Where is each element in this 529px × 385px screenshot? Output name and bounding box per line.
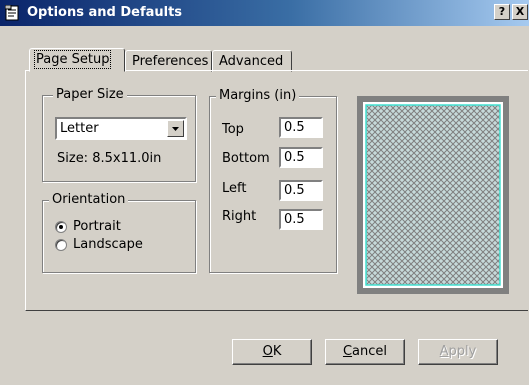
cancel-mnemonic: C	[342, 344, 353, 359]
close-button[interactable]: X	[512, 4, 528, 20]
tab-page-setup-label: Page Setup	[33, 50, 112, 69]
help-button[interactable]: ?	[494, 4, 510, 20]
margin-left-input[interactable]: 0.5	[279, 180, 323, 201]
cancel-button[interactable]: Cancel	[325, 339, 405, 365]
margin-right-input[interactable]: 0.5	[279, 209, 323, 230]
margin-top-label: Top	[222, 122, 244, 137]
landscape-radio[interactable]	[55, 239, 67, 251]
tab-advanced-label: Advanced	[219, 54, 284, 69]
options-app-icon	[5, 5, 19, 21]
ok-button[interactable]: OK	[232, 339, 312, 365]
orientation-legend: Orientation	[49, 193, 129, 207]
margin-bottom-input[interactable]: 0.5	[279, 147, 323, 168]
page-preview	[357, 96, 509, 294]
tab-preferences-label: Preferences	[132, 54, 209, 69]
portrait-radio[interactable]	[55, 221, 67, 233]
margin-bottom-label: Bottom	[222, 151, 270, 166]
radio-dot	[59, 225, 63, 229]
tab-preferences[interactable]: Preferences	[125, 50, 212, 72]
paper-size-text: Size: 8.5x11.0in	[57, 151, 162, 166]
apply-button[interactable]: Apply	[418, 339, 498, 365]
paper-size-value: Letter	[60, 121, 99, 136]
portrait-label[interactable]: Portrait	[73, 219, 121, 234]
landscape-label[interactable]: Landscape	[73, 237, 143, 252]
paper-size-select[interactable]: Letter	[55, 117, 187, 140]
cancel-label-rest: ancel	[352, 344, 388, 359]
margin-right-label: Right	[222, 209, 257, 224]
margin-top-input[interactable]: 0.5	[279, 117, 323, 138]
margins-legend: Margins (in)	[216, 89, 300, 103]
chevron-down-icon[interactable]	[167, 120, 184, 137]
paper-size-legend: Paper Size	[53, 88, 127, 102]
ok-label-rest: K	[272, 344, 282, 359]
title-bar[interactable]: Options and Defaults ? X	[0, 0, 529, 26]
window-title: Options and Defaults	[27, 5, 183, 20]
tab-page-setup[interactable]: Page Setup	[29, 48, 125, 72]
apply-label-rest: pply	[448, 344, 477, 359]
ok-mnemonic: O	[262, 344, 273, 359]
apply-mnemonic: A	[439, 344, 449, 359]
margin-left-label: Left	[222, 181, 247, 196]
tab-advanced[interactable]: Advanced	[212, 50, 292, 72]
